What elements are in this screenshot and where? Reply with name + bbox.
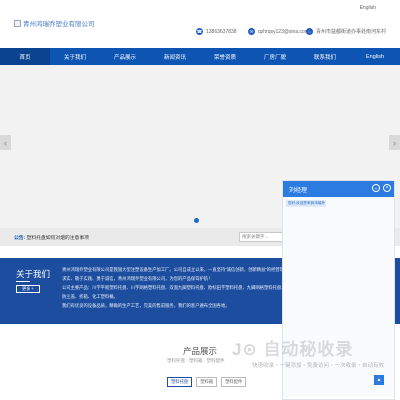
- tab-boxes[interactable]: 塑料箱: [196, 377, 218, 387]
- email-icon: ✉: [248, 28, 255, 35]
- site-logo[interactable]: 青州鸿瑞乔塑业有限公司: [14, 18, 95, 28]
- logo-alt-text: 青州鸿瑞乔塑业有限公司: [23, 21, 95, 28]
- english-link[interactable]: English: [360, 5, 376, 11]
- about-paragraph: 公司主要产品：川字平板塑料托盘、川字网格塑料托盘、双面九脚塑料托盘、欧标田字塑料…: [62, 285, 306, 290]
- about-paragraph: 求实、敬于实践、勇于诚信，青州鸿瑞乔塑业有限公司，为您的产品保驾护航！: [62, 276, 213, 281]
- chat-agent-name: 刘经理: [289, 188, 308, 194]
- banner-next-button[interactable]: ›: [389, 135, 400, 150]
- broken-image-icon: [14, 19, 21, 27]
- nav-item-home[interactable]: 首页: [0, 48, 50, 65]
- notice-link[interactable]: 塑料托盘如何对烟的注意事项: [27, 236, 89, 241]
- phone-icon: ☎: [196, 28, 203, 35]
- notice-prefix: 公告:: [14, 236, 26, 241]
- banner-pagination-dot[interactable]: [194, 218, 199, 223]
- search-input[interactable]: 搜索关键字...: [239, 232, 285, 242]
- products-subtitle: 塑料托盘 · 塑料箱 · 塑料配件: [167, 358, 225, 363]
- contact-phone: ☎ 13863637838: [196, 28, 237, 35]
- email-address: qzhrqsy123@sina.com: [258, 28, 309, 35]
- nav-item-honors[interactable]: 荣誉资质: [200, 48, 250, 65]
- contact-address: ⌂ 青州市益都街道办事处南河东村: [306, 28, 386, 35]
- address-text: 青州市益都街道办事处南河东村: [316, 29, 387, 35]
- about-paragraph: 我们有优良的设备品质，精确的生产工艺，完美的售前服务，我们的客户遍布全国各地。: [62, 303, 230, 308]
- phone-number: 13863637838: [206, 28, 237, 35]
- chat-minimize-button[interactable]: ⌄: [372, 184, 380, 192]
- about-title: 关于我们: [16, 269, 51, 279]
- watermark: J⊙ 自动秘收录 快速收录・一键添加・免费访问・一次收录・自动有效: [232, 335, 384, 369]
- about-paragraph: 青州鸿瑞乔塑业有限公司是我国大型注塑设备生产加工厂。公司自成立以来，一直坚持“诚…: [62, 267, 306, 272]
- about-paragraph: 防尘盖、折箱、化工塑料桶。: [62, 294, 118, 299]
- chat-greeting: 您好,欢迎您来到鸿瑞乔: [286, 200, 326, 207]
- product-tabs: 塑料托盘 塑料箱 塑料配件: [167, 377, 247, 387]
- watermark-logo-icon: J⊙: [232, 340, 258, 359]
- products-title: 产品展示: [183, 346, 218, 356]
- watermark-brand: 自动秘收录: [263, 340, 354, 359]
- location-icon: ⌂: [306, 28, 313, 35]
- nav-item-products[interactable]: 产品展示: [100, 48, 150, 65]
- about-text: 青州鸿瑞乔塑业有限公司是我国大型注塑设备生产加工厂。公司自成立以来，一直坚持“诚…: [62, 265, 306, 310]
- nav-item-english[interactable]: English: [350, 48, 400, 65]
- notice-label: 公告: 塑料托盘如何对烟的注意事项: [14, 234, 89, 241]
- nav-item-factory[interactable]: 厂房厂貌: [250, 48, 300, 65]
- site-header: 青州鸿瑞乔塑业有限公司 English ☎ 13863637838 ✉ qzhr…: [0, 0, 400, 46]
- tab-pallets[interactable]: 塑料托盘: [167, 377, 193, 387]
- nav-item-about[interactable]: 关于我们: [50, 48, 100, 65]
- scroll-to-top-button[interactable]: ▲: [374, 375, 384, 385]
- nav-item-news[interactable]: 新闻资讯: [150, 48, 200, 65]
- banner-prev-button[interactable]: ‹: [0, 135, 11, 150]
- nav-item-contact[interactable]: 联系我们: [300, 48, 350, 65]
- chat-close-button[interactable]: ×: [383, 184, 391, 192]
- main-nav: 首页 关于我们 产品展示 新闻资讯 荣誉资质 厂房厂貌 联系我们 English: [0, 48, 400, 65]
- about-more-button[interactable]: 更多 +: [16, 285, 40, 293]
- watermark-slogan: 快速收录・一键添加・免费访问・一次收录・自动有效: [252, 363, 385, 369]
- about-divider: [16, 281, 30, 282]
- chat-header[interactable]: 刘经理 ⌄ ×: [283, 181, 394, 197]
- tab-accessories[interactable]: 塑料配件: [221, 377, 247, 387]
- contact-email: ✉ qzhrqsy123@sina.com: [248, 28, 309, 35]
